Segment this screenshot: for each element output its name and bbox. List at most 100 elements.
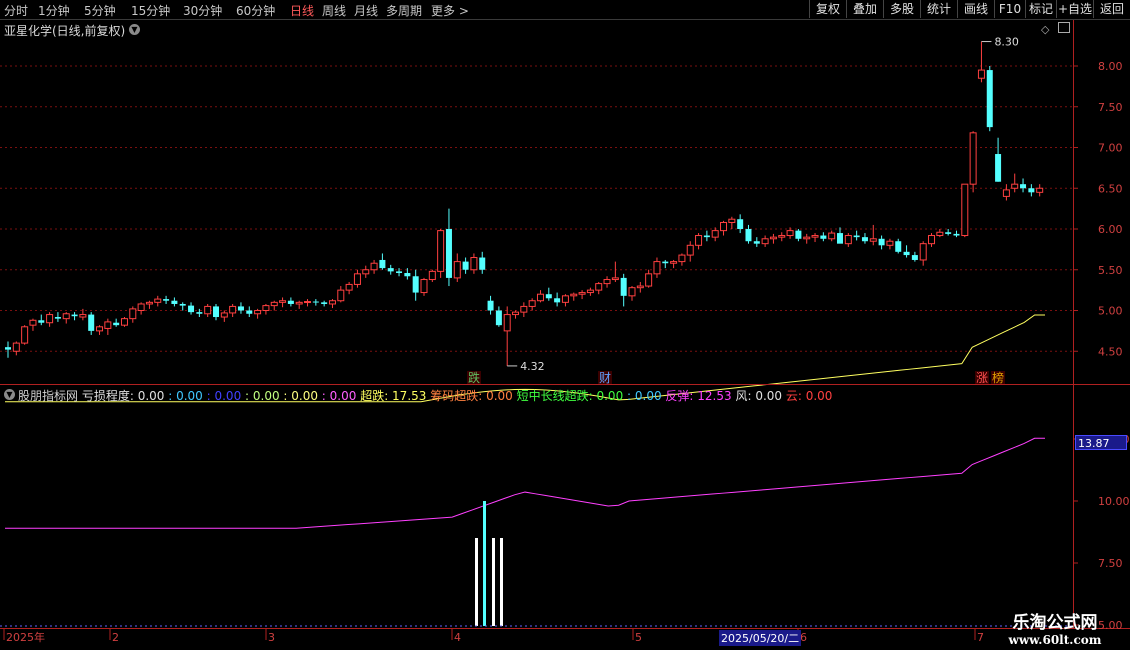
candle-body [38, 320, 45, 323]
indicator-item: 筹码超跌: 0.00 [426, 389, 513, 403]
candle-body [188, 305, 195, 313]
indicator-name[interactable]: 股朋指标网 [18, 389, 78, 403]
candle-body [71, 314, 78, 317]
candle-body [778, 235, 786, 238]
top-toolbar: 分时 1分钟 5分钟 15分钟 30分钟 60分钟 日线 周线 月线 多周期 更… [0, 0, 1130, 20]
candle-body [903, 251, 910, 256]
candle-body [46, 314, 54, 324]
candle-body [878, 238, 885, 246]
candle-body [737, 219, 744, 229]
candle-body [545, 294, 552, 299]
candle-body [412, 276, 419, 293]
candle-body [29, 319, 37, 326]
candle-body [362, 269, 370, 275]
candle-body [487, 300, 494, 311]
candle-body [886, 240, 894, 246]
candle-body [703, 235, 710, 238]
candle-body [536, 293, 544, 302]
price-axis-tick: 4.50 [1098, 345, 1123, 358]
candle-body [163, 299, 170, 301]
mark-button[interactable]: 标记 [1025, 0, 1056, 18]
tab-multi-period[interactable]: 多周期 [386, 2, 422, 19]
candle-body [437, 230, 445, 272]
event-badge-bg [975, 371, 989, 384]
candle-body [745, 229, 752, 242]
tab-5min[interactable]: 5分钟 [84, 2, 116, 19]
indicator-item: : 0.00 [202, 389, 242, 403]
candle-body [404, 273, 411, 277]
tab-30min[interactable]: 30分钟 [183, 2, 222, 19]
candle-body [936, 231, 944, 237]
x-axis-label: 2 [112, 631, 119, 644]
candle-body [213, 306, 219, 318]
candle-body [969, 132, 977, 185]
candle-body [353, 273, 361, 285]
candle-body [379, 259, 386, 269]
price-axis-tick: 5.00 [1098, 305, 1123, 318]
low-price-label: 4.32 [520, 360, 545, 373]
candle-body [678, 254, 686, 263]
tab-fenshi[interactable]: 分时 [4, 2, 28, 19]
candle-body [1011, 183, 1019, 189]
tab-15min[interactable]: 15分钟 [131, 2, 170, 19]
tab-daily[interactable]: 日线 [290, 2, 314, 19]
candle-body [578, 292, 586, 295]
candle-body [570, 293, 578, 297]
indicator-header: 股朋指标网 亏损程度: 0.00 : 0.00 : 0.00 : 0.00 : … [18, 387, 832, 404]
candle-body [686, 244, 694, 256]
back-button[interactable]: 返回 [1093, 0, 1130, 18]
candle-body [895, 241, 902, 252]
candle-body [761, 238, 769, 245]
price-axis-tick: 5.50 [1098, 264, 1123, 277]
signal-bar [483, 501, 486, 626]
candle-body [695, 235, 703, 246]
candle-body [204, 305, 212, 315]
candle-body [628, 287, 636, 297]
tab-more[interactable]: 更多 > [431, 2, 469, 19]
candle-body [554, 298, 561, 303]
candle-body [561, 295, 569, 303]
stats-button[interactable]: 统计 [920, 0, 957, 18]
diamond-icon[interactable]: ◇ [1041, 23, 1049, 36]
candle-body [645, 273, 653, 287]
multi-stock-button[interactable]: 多股 [883, 0, 920, 18]
candle-body [844, 235, 852, 245]
draw-line-button[interactable]: 画线 [957, 0, 994, 18]
stock-title: 亚星化学(日线,前复权) [4, 24, 126, 38]
x-axis-label: 7 [977, 631, 984, 644]
overlay-button[interactable]: 叠加 [846, 0, 883, 18]
panel-toggle-icon[interactable] [1058, 22, 1070, 33]
candle-body [603, 279, 611, 285]
f10-button[interactable]: F10 [994, 0, 1025, 18]
tab-monthly[interactable]: 月线 [354, 2, 378, 19]
candle-body [495, 310, 502, 326]
indicator-item: : 0.00 [279, 389, 318, 403]
fuquan-button[interactable]: 复权 [809, 0, 846, 18]
candle-body [853, 235, 860, 238]
x-axis-label: 2025年 [6, 630, 45, 644]
candle-body [179, 303, 186, 306]
tab-60min[interactable]: 60分钟 [236, 2, 275, 19]
candle-body [113, 322, 120, 326]
indicator-item: 亏损程度: 0.00 [81, 389, 165, 403]
event-badge: 涨 [976, 370, 988, 385]
candle-body [279, 300, 287, 303]
tab-1min[interactable]: 1分钟 [38, 2, 70, 19]
chevron-down-icon[interactable]: ▼ [129, 24, 140, 35]
price-axis-tick: 7.50 [1098, 101, 1123, 114]
candle-body [728, 218, 736, 223]
candle-body [919, 243, 927, 261]
add-watchlist-button[interactable]: +自选 [1056, 0, 1093, 18]
candle-body [611, 277, 619, 281]
candle-body [1020, 184, 1027, 189]
kline-chart[interactable]: 8.30 4.32 跌 财 涨榜 8.00 7.50 7.00 6.50 6.00 5.50 5.0… [0, 0, 1130, 650]
candle-body [953, 233, 960, 236]
candle-body [753, 241, 760, 244]
indicator-menu-icon[interactable]: ▼ [4, 389, 15, 400]
candle-body [470, 257, 478, 271]
candle-body [12, 342, 20, 352]
candle-body [420, 279, 428, 294]
tab-weekly[interactable]: 周线 [322, 2, 346, 19]
candle-body [396, 271, 403, 274]
indicator-item: : 0.00 [241, 389, 280, 403]
